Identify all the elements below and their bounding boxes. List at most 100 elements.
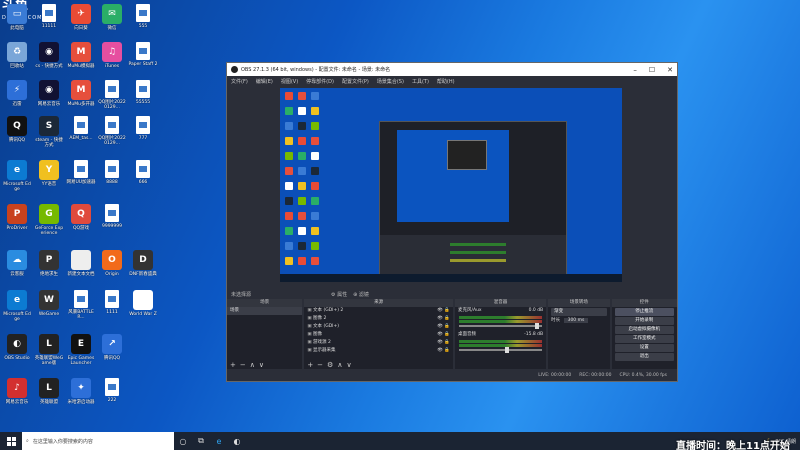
desktop-icon[interactable]: ⚡ 迅雷	[2, 80, 32, 107]
source-item[interactable]: ▣ 图像 2 👁 🔒	[304, 315, 453, 323]
source-item[interactable]: ▣ 图像 👁 🔒	[304, 331, 453, 339]
desktop-icon[interactable]: ✉ 微信	[97, 4, 127, 31]
properties-button[interactable]: ⚙ 属性	[331, 291, 347, 298]
desktop-icon[interactable]: Ssteam - 快捷方式	[34, 116, 64, 148]
desktop-icon-label: DNF新春盛典	[129, 272, 157, 277]
desktop-icon[interactable]: 777	[128, 116, 158, 141]
preview-icon	[285, 242, 293, 250]
transition-select[interactable]: 渐变	[551, 308, 607, 316]
close-button[interactable]: ✕	[667, 66, 673, 74]
desktop-icon-label: QQ游戏	[72, 226, 90, 231]
menu-item[interactable]: 工具(T)	[412, 78, 429, 85]
desktop-icon[interactable]: e Microsoft Edge	[2, 290, 32, 322]
menu-item[interactable]: 帮助(H)	[437, 78, 455, 85]
desktop-icon[interactable]: 11111	[34, 4, 64, 29]
desktop-icon[interactable]: O Origin	[97, 250, 127, 277]
desktop-icon[interactable]: 666	[128, 160, 158, 185]
desktop-icon[interactable]: 555	[128, 4, 158, 29]
desktop-icon[interactable]: P ProDriver	[2, 204, 32, 231]
visibility-lock-icon[interactable]: 👁 🔒	[437, 323, 453, 331]
desktop-icon[interactable]: 8888	[97, 160, 127, 185]
desktop-icon[interactable]: 新建文本文档	[66, 250, 96, 277]
desktop-icon[interactable]: QQ图片20220129...	[97, 80, 127, 110]
volume-slider[interactable]	[458, 347, 543, 353]
desktop-icon[interactable]: 9999999	[97, 204, 127, 229]
desktop-icon[interactable]: ♻ 回收站	[2, 42, 32, 69]
desktop-icon[interactable]: 网易UU加速器	[66, 160, 96, 185]
desktop-icon[interactable]: ♪ 网易云音乐	[2, 378, 32, 405]
control-button[interactable]: 启动虚拟摄像机	[614, 326, 674, 334]
visibility-lock-icon[interactable]: 👁 🔒	[437, 339, 453, 347]
visibility-lock-icon[interactable]: 👁 🔒	[437, 315, 453, 323]
control-button[interactable]: 设置	[614, 344, 674, 352]
obs-taskbar-icon[interactable]: ◐	[228, 432, 246, 450]
desktop-icon[interactable]: P 绝地求生	[34, 250, 64, 277]
desktop-icon-label: World War Z	[129, 312, 157, 317]
desktop-icon[interactable]: ↗ 腾讯QQ	[97, 334, 127, 361]
control-button[interactable]: 工作室模式	[614, 335, 674, 343]
desktop-icon[interactable]: Z World War Z	[128, 290, 158, 317]
start-button[interactable]	[0, 432, 22, 450]
desktop-icon[interactable]: Paper Staff 2	[128, 42, 158, 67]
desktop-icon[interactable]: QQ图片20220129...	[97, 116, 127, 146]
desktop-icon[interactable]: M MuMu模拟器	[66, 42, 96, 69]
minimize-button[interactable]: –	[633, 66, 637, 74]
desktop-icon[interactable]: AEM_tas...	[66, 116, 96, 141]
menu-item[interactable]: 配置文件(P)	[342, 78, 369, 85]
desktop-icon[interactable]: L 英雄联盟	[34, 378, 64, 405]
menu-item[interactable]: 编辑(E)	[256, 78, 273, 85]
desktop-icon[interactable]: 222	[97, 378, 127, 403]
maximize-button[interactable]: ☐	[649, 66, 655, 74]
desktop-icon[interactable]: ◉ cs - 快捷方式	[34, 42, 64, 69]
desktop-icon[interactable]: D DNF新春盛典	[128, 250, 158, 277]
source-item[interactable]: ▣ 游戏源 2 👁 🔒	[304, 339, 453, 347]
desktop-icon[interactable]: ♫ iTunes	[97, 42, 127, 69]
desktop-icon[interactable]: M MuMu多开器	[66, 80, 96, 107]
search-box[interactable]: ⌕ 在这里输入你要搜索的内容	[22, 432, 174, 450]
desktop-icon-label: 新建文本文档	[67, 272, 95, 277]
scene-item[interactable]: 场景	[227, 307, 303, 315]
menu-item[interactable]: 视图(V)	[281, 78, 298, 85]
desktop-icon[interactable]: 风暴BATTLER...	[66, 290, 96, 320]
obs-window[interactable]: OBS 27.1.3 (64 bit, windows) - 配置文件: 未命名…	[226, 62, 678, 382]
visibility-lock-icon[interactable]: 👁 🔒	[437, 307, 453, 315]
desktop-icon[interactable]: ◉ 网易云音乐	[34, 80, 64, 107]
source-item[interactable]: ▣ 文本 (GDI+) 👁 🔒	[304, 323, 453, 331]
menu-item[interactable]: 停靠部件(D)	[306, 78, 334, 85]
desktop-icon[interactable]: G GeForce Experience	[34, 204, 64, 236]
obs-preview[interactable]	[280, 88, 622, 282]
edge-taskbar-icon[interactable]: e	[210, 432, 228, 450]
filters-button[interactable]: ⊕ 滤镜	[353, 291, 369, 298]
source-item[interactable]: ▣ 显示器采集 👁 🔒	[304, 347, 453, 355]
visibility-lock-icon[interactable]: 👁 🔒	[437, 347, 453, 355]
menu-item[interactable]: 文件(F)	[231, 78, 248, 85]
transition-duration[interactable]: 300 ms	[563, 318, 589, 323]
source-controls[interactable]: +−⚙∧∨	[304, 361, 453, 369]
desktop-icon[interactable]: E Epic Games Launcher	[66, 334, 96, 366]
desktop-icon[interactable]: 55555	[128, 80, 158, 105]
desktop-icon[interactable]: Q QQ游戏	[66, 204, 96, 231]
desktop-icon[interactable]: Q 腾讯QQ	[2, 116, 32, 143]
visibility-lock-icon[interactable]: 👁 🔒	[437, 331, 453, 339]
desktop-icon[interactable]: W WeGame	[34, 290, 64, 317]
desktop-icon[interactable]: ✦ 米哈游启动器	[66, 378, 96, 405]
volume-slider[interactable]	[458, 323, 543, 329]
desktop-icon[interactable]: Y YY语音	[34, 160, 64, 187]
cortana-icon[interactable]: ○	[174, 432, 192, 450]
desktop-icon[interactable]: ✈ 向日葵	[66, 4, 96, 31]
desktop-icon[interactable]: ☁ 云客服	[2, 250, 32, 277]
scene-controls[interactable]: +−∧∨	[227, 361, 302, 369]
desktop-icon[interactable]: ▭ 此电脑	[2, 4, 32, 31]
task-view-icon[interactable]: ⧉	[192, 432, 210, 450]
desktop-icon[interactable]: L 英雄联盟WeGame版	[34, 334, 64, 366]
source-item[interactable]: ▣ 文本 (GDI+) 2 👁 🔒	[304, 307, 453, 315]
control-button[interactable]: 开始录制	[614, 317, 674, 325]
control-button[interactable]: 退出	[614, 353, 674, 361]
menu-item[interactable]: 场景集合(S)	[377, 78, 404, 85]
app-icon: Q	[71, 204, 91, 224]
app-icon	[105, 80, 119, 98]
desktop-icon[interactable]: ◐ OBS Studio	[2, 334, 32, 361]
desktop-icon[interactable]: 1111	[97, 290, 127, 315]
control-button[interactable]: 停止推流	[614, 308, 674, 316]
desktop-icon[interactable]: e Microsoft Edge	[2, 160, 32, 192]
